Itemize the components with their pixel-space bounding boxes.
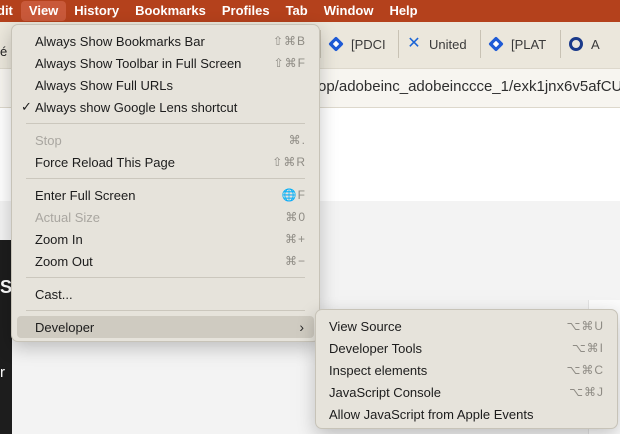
- bookmark-label: [PDCI: [351, 36, 386, 52]
- shortcut: ⇧⌘B: [272, 34, 306, 48]
- menu-item-enter-full-screen[interactable]: Enter Full Screen 🌐F: [17, 184, 314, 206]
- menubar-profiles[interactable]: Profiles: [214, 0, 278, 22]
- edge-text: r: [0, 364, 5, 381]
- shortcut: ⌥⌘I: [571, 341, 604, 355]
- menubar-bookmarks[interactable]: Bookmarks: [127, 0, 214, 22]
- menubar-window[interactable]: Window: [316, 0, 382, 22]
- shortcut: ⇧⌘F: [273, 56, 306, 70]
- diamond-icon: [328, 36, 344, 52]
- menubar-history[interactable]: History: [66, 0, 127, 22]
- menu-item-zoom-out[interactable]: Zoom Out ⌘−: [17, 250, 314, 272]
- menu-item-inspect-elements[interactable]: Inspect elements ⌥⌘C: [321, 359, 612, 381]
- menu-item-developer[interactable]: Developer ›: [17, 316, 314, 338]
- menu-item-developer-tools[interactable]: Developer Tools ⌥⌘I: [321, 337, 612, 359]
- menu-item-view-source[interactable]: View Source ⌥⌘U: [321, 315, 612, 337]
- menu-item-zoom-in[interactable]: Zoom In ⌘+: [17, 228, 314, 250]
- shortcut: ⌥⌘J: [569, 385, 604, 399]
- url-text: op/adobeinc_adobeinccce_1/exk1jnx6v5afCU…: [318, 78, 620, 95]
- view-menu: Always Show Bookmarks Bar ⇧⌘B Always Sho…: [11, 24, 320, 342]
- menu-separator: [26, 310, 305, 311]
- menubar-view[interactable]: View: [20, 1, 67, 21]
- bookmark-ad[interactable]: Ad: [560, 30, 600, 58]
- bookmark-pdci[interactable]: [PDCI: [320, 30, 398, 58]
- menu-item-always-show-toolbar[interactable]: Always Show Toolbar in Full Screen ⇧⌘F: [17, 52, 314, 74]
- shortcut: ⌘.: [288, 133, 306, 147]
- menu-item-javascript-console[interactable]: JavaScript Console ⌥⌘J: [321, 381, 612, 403]
- shortcut: ⌘0: [285, 210, 306, 224]
- menu-separator: [26, 277, 305, 278]
- bookmark-label: United: [429, 36, 467, 52]
- developer-submenu: View Source ⌥⌘U Developer Tools ⌥⌘I Insp…: [315, 309, 618, 429]
- chevron-right-icon: ›: [299, 319, 304, 335]
- bookmarks-bar: [PDCI ✕ United [PLAT Ad: [320, 30, 600, 58]
- bookmark-united[interactable]: ✕ United: [398, 30, 480, 58]
- ring-icon: [569, 37, 583, 51]
- x-logo-icon: ✕: [407, 35, 421, 52]
- shortcut: 🌐F: [281, 188, 306, 202]
- menu-bar: dit View History Bookmarks Profiles Tab …: [0, 0, 620, 22]
- menu-separator: [26, 178, 305, 179]
- bookmark-label: Ad: [591, 36, 600, 52]
- shortcut: ⌘+: [284, 232, 306, 246]
- menu-item-actual-size: Actual Size ⌘0: [35, 209, 306, 225]
- menubar-edit[interactable]: dit: [0, 0, 21, 22]
- menubar-tab[interactable]: Tab: [278, 0, 316, 22]
- menu-item-cast[interactable]: Cast...: [17, 283, 314, 305]
- shortcut: ⌥⌘U: [566, 319, 604, 333]
- menu-item-stop: Stop ⌘.: [35, 132, 306, 148]
- bookmark-plat[interactable]: [PLAT: [480, 30, 560, 58]
- shortcut: ⇧⌘R: [272, 155, 306, 169]
- shortcut: ⌘−: [284, 254, 306, 268]
- menu-separator: [26, 123, 305, 124]
- menubar-help[interactable]: Help: [381, 0, 425, 22]
- menu-item-always-show-full-urls[interactable]: Always Show Full URLs: [17, 74, 314, 96]
- menu-item-force-reload[interactable]: Force Reload This Page ⇧⌘R: [17, 151, 314, 173]
- checkmark-icon: ✓: [21, 99, 32, 114]
- edge-text: é: [0, 44, 8, 59]
- shortcut: ⌥⌘C: [566, 363, 604, 377]
- bookmark-label: [PLAT: [511, 36, 547, 52]
- menu-item-always-show-bookmarks-bar[interactable]: Always Show Bookmarks Bar ⇧⌘B: [17, 30, 314, 52]
- diamond-icon: [488, 36, 504, 52]
- menu-item-allow-javascript-apple-events[interactable]: Allow JavaScript from Apple Events: [321, 403, 612, 425]
- menu-item-google-lens-shortcut[interactable]: ✓ Always show Google Lens shortcut: [17, 96, 314, 118]
